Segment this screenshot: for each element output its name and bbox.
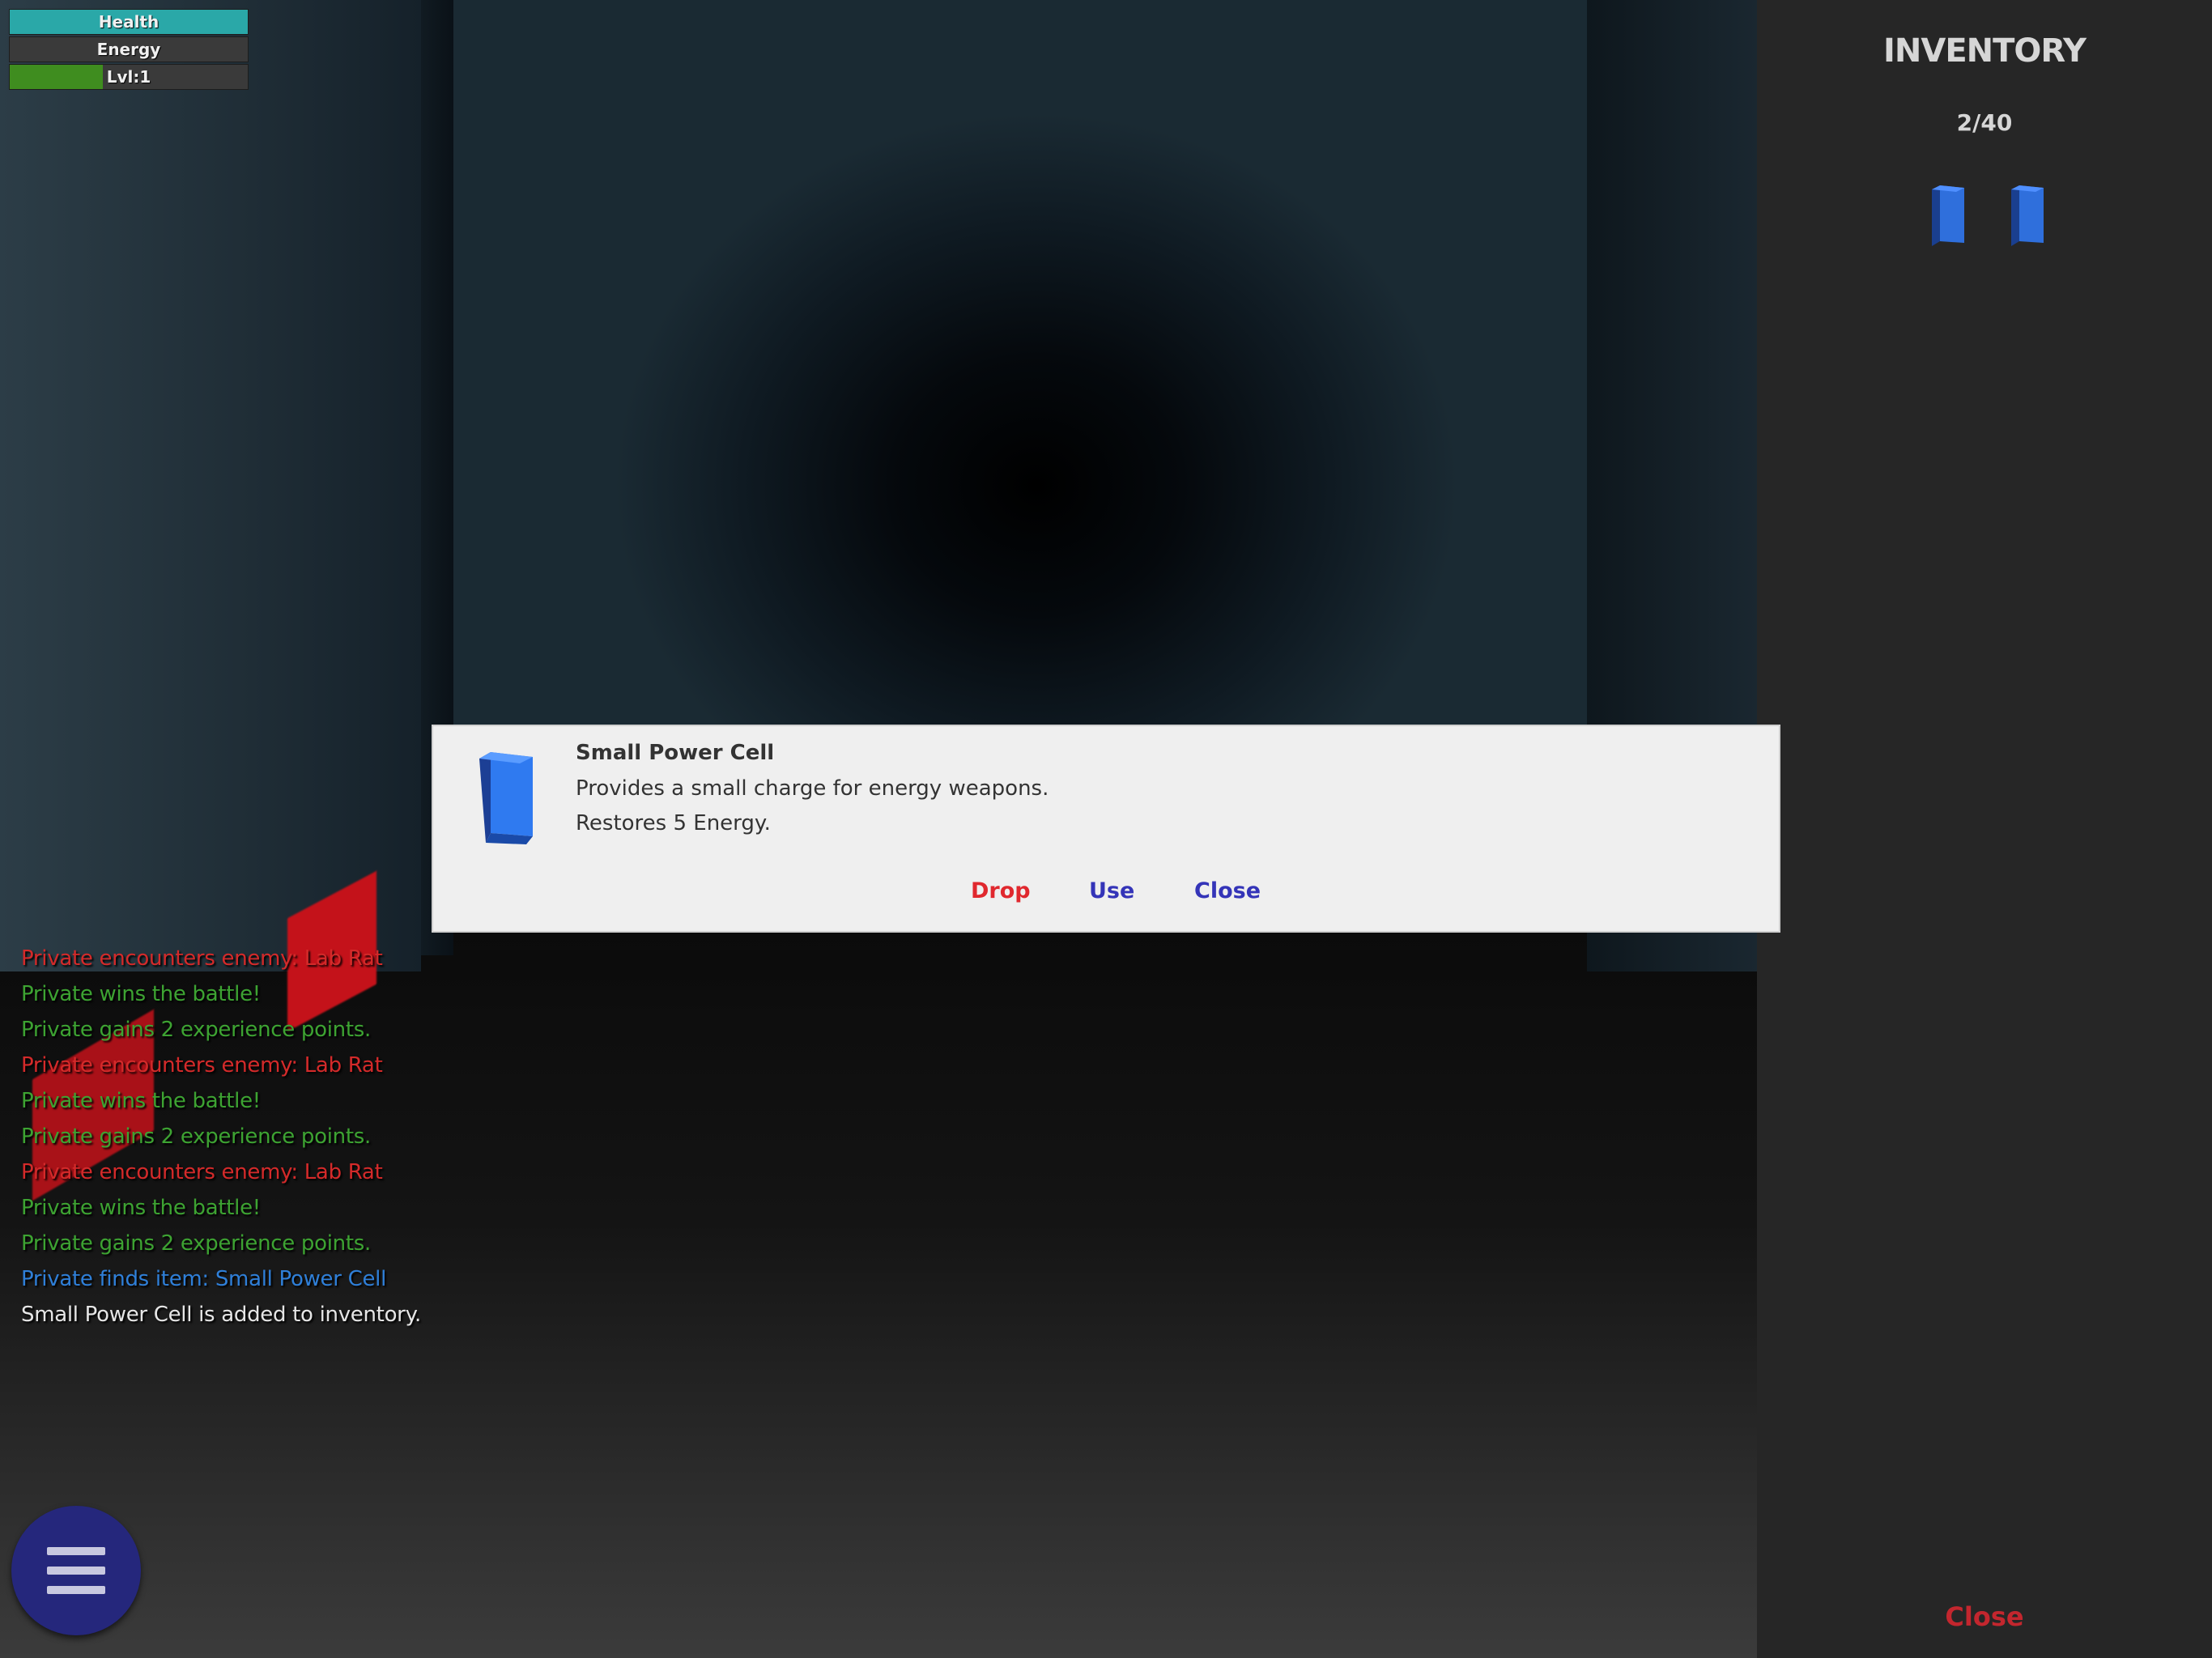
power-cell-icon: [2011, 185, 2044, 246]
menu-button[interactable]: [11, 1506, 141, 1635]
level-bar-label: Lvl:1: [106, 67, 151, 87]
power-cell-icon: [1932, 185, 1964, 246]
log-line: Small Power Cell is added to inventory.: [21, 1303, 421, 1327]
inventory-slot[interactable]: [1929, 185, 1969, 249]
log-line: Private encounters enemy: Lab Rat: [21, 1053, 383, 1078]
health-bar: Health: [9, 9, 249, 35]
drop-button[interactable]: Drop: [971, 878, 1031, 903]
log-line: Private gains 2 experience points.: [21, 1124, 371, 1149]
health-bar-label: Health: [98, 12, 160, 32]
use-button[interactable]: Use: [1089, 878, 1134, 903]
energy-bar: Energy: [9, 36, 249, 62]
log-line: Private wins the battle!: [21, 1089, 261, 1113]
item-effect: Restores 5 Energy.: [576, 811, 771, 835]
inventory-slot[interactable]: [2008, 185, 2048, 249]
log-line: Private encounters enemy: Lab Rat: [21, 946, 383, 971]
item-dialog: Small Power Cell Provides a small charge…: [432, 725, 1780, 933]
dialog-close-button[interactable]: Close: [1194, 878, 1261, 903]
level-bar: Lvl:1: [9, 64, 249, 90]
power-cell-icon: [479, 752, 533, 844]
inventory-count: 2/40: [1956, 109, 2013, 136]
hamburger-menu-icon: [47, 1547, 105, 1594]
item-description: Provides a small charge for energy weapo…: [576, 776, 1049, 801]
item-name: Small Power Cell: [576, 741, 775, 765]
log-line: Private finds item: Small Power Cell: [21, 1267, 386, 1291]
inventory-panel: INVENTORY 2/40 Close: [1757, 0, 2212, 1658]
log-line: Private wins the battle!: [21, 1196, 261, 1220]
corridor-left-wall: [0, 0, 421, 971]
message-log: Private encounters enemy: Lab Rat Private…: [21, 941, 474, 1333]
log-line: Private encounters enemy: Lab Rat: [21, 1160, 383, 1184]
log-line: Private gains 2 experience points.: [21, 1231, 371, 1256]
energy-bar-label: Energy: [96, 40, 161, 59]
log-line: Private gains 2 experience points.: [21, 1018, 371, 1042]
inventory-close-button[interactable]: Close: [1757, 1601, 2212, 1632]
log-line: Private wins the battle!: [21, 982, 261, 1006]
inventory-title: INVENTORY: [1883, 32, 2087, 70]
